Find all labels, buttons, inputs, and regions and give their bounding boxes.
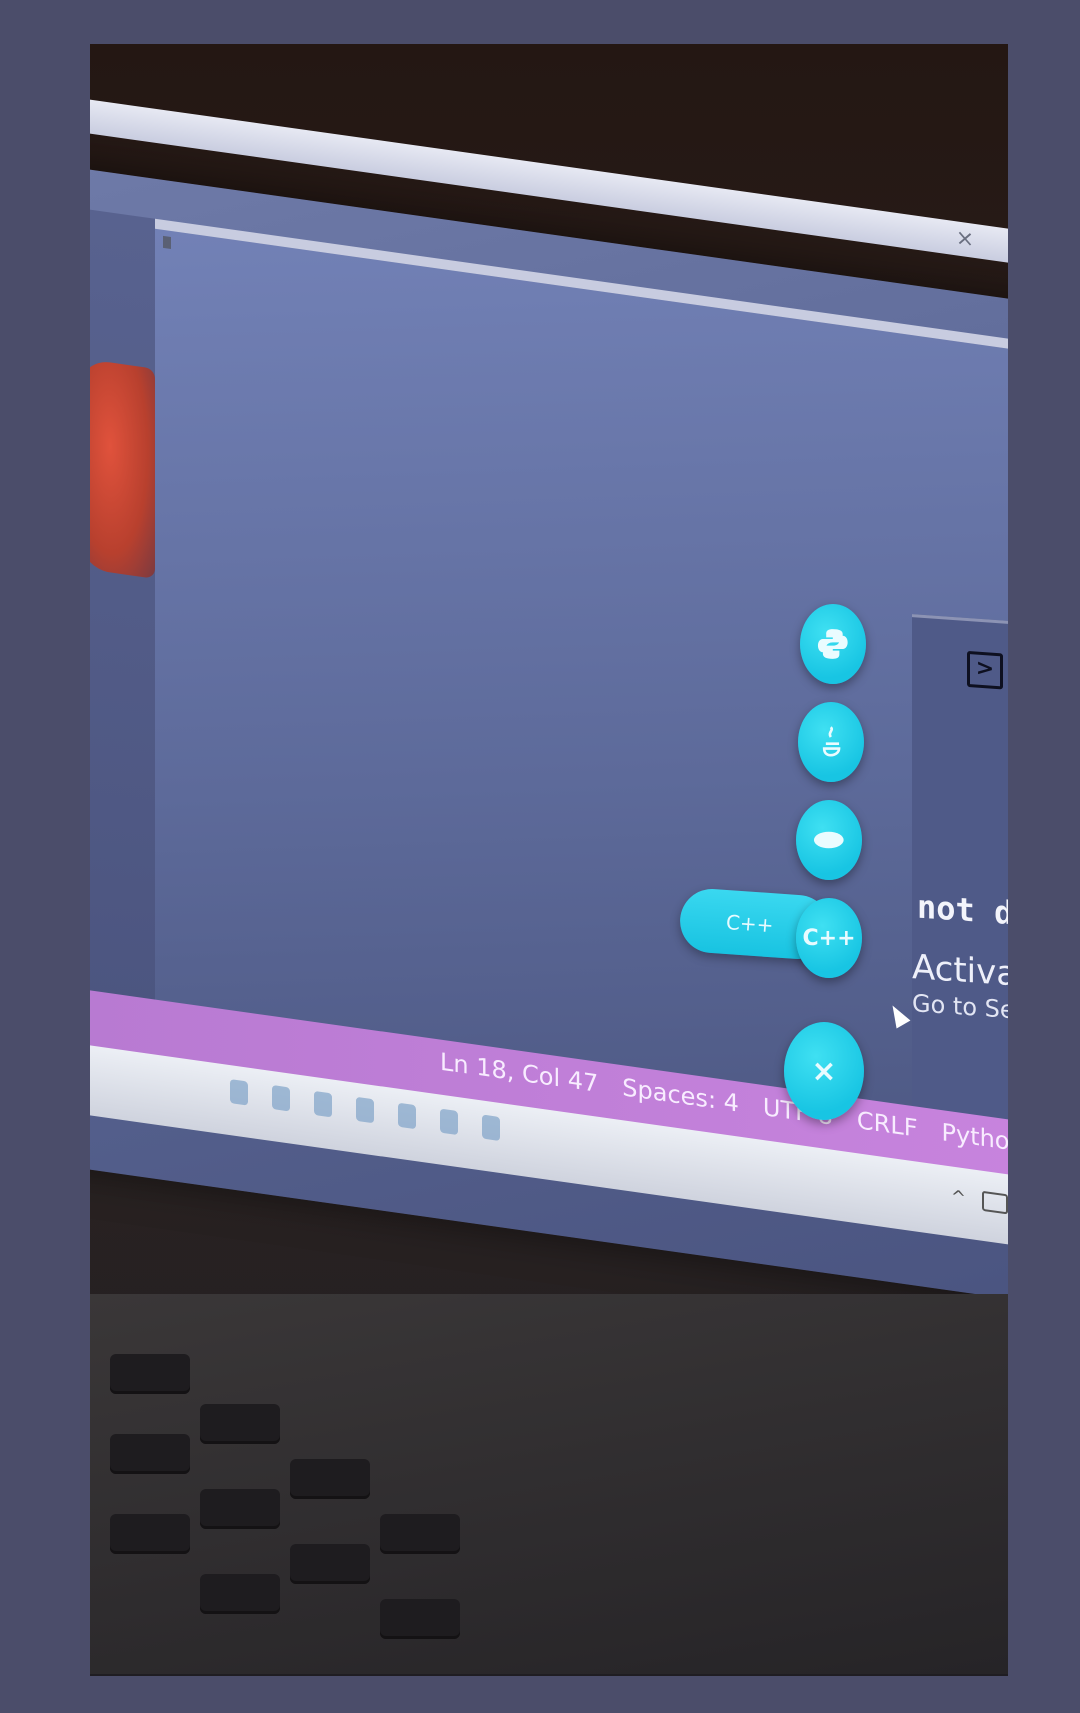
- laptop-keyboard: [90, 1294, 1008, 1674]
- java-button[interactable]: [798, 702, 864, 782]
- keyboard-key: [200, 1404, 280, 1444]
- taskbar-app-icon[interactable]: [482, 1114, 500, 1142]
- keyboard-key: [200, 1489, 280, 1529]
- keyboard-key: [380, 1514, 460, 1554]
- terminal-output: not do: [917, 887, 1008, 934]
- keyboard-key: [110, 1514, 190, 1554]
- keyboard-key: [110, 1354, 190, 1394]
- close-fab-button[interactable]: ×: [784, 1022, 864, 1120]
- python-icon: [818, 629, 848, 659]
- html-icon: [814, 831, 844, 849]
- status-line-ending[interactable]: CRLF: [857, 1106, 918, 1143]
- taskbar-edge-icon[interactable]: [314, 1090, 332, 1118]
- status-indentation[interactable]: Spaces: 4: [622, 1073, 739, 1117]
- status-language[interactable]: Python: [942, 1118, 1009, 1158]
- taskbar-app-icon[interactable]: [272, 1084, 290, 1112]
- activate-windows-subtitle: Go to Setting: [912, 989, 1008, 1029]
- java-icon: [823, 726, 841, 757]
- html-button[interactable]: [796, 800, 862, 880]
- network-icon[interactable]: [982, 1190, 1008, 1215]
- editor-window: [155, 218, 1008, 1140]
- close-icon: ×: [811, 1053, 837, 1089]
- keyboard-key: [290, 1544, 370, 1584]
- chevron-up-icon[interactable]: ^: [951, 1186, 966, 1209]
- cpp-label: C++: [725, 910, 775, 938]
- taskbar-app-icon[interactable]: [356, 1096, 374, 1124]
- left-panel: ers: [90, 204, 155, 1019]
- avatar: [90, 358, 155, 579]
- taskbar-vscode-icon[interactable]: [440, 1108, 458, 1136]
- keyboard-key: [200, 1574, 280, 1614]
- keyboard-key: [290, 1459, 370, 1499]
- keyboard-key: [110, 1434, 190, 1474]
- terminal-panel: > not do Activate W Go to Setting: [912, 614, 1008, 1187]
- photo-frame: × ers > not do Activate W Go to Setting …: [90, 44, 1008, 1676]
- cpp-icon: C++: [802, 925, 856, 951]
- taskbar-store-icon[interactable]: [398, 1102, 416, 1130]
- cpp-button[interactable]: C++: [796, 898, 862, 978]
- python-button[interactable]: [800, 604, 866, 684]
- taskbar-app-icon[interactable]: [230, 1079, 248, 1106]
- keyboard-key: [380, 1599, 460, 1639]
- terminal-icon[interactable]: >: [967, 650, 1003, 690]
- window-app-icon: [163, 235, 171, 250]
- window-close-button[interactable]: ×: [950, 220, 980, 258]
- system-tray: ^: [951, 1186, 1008, 1221]
